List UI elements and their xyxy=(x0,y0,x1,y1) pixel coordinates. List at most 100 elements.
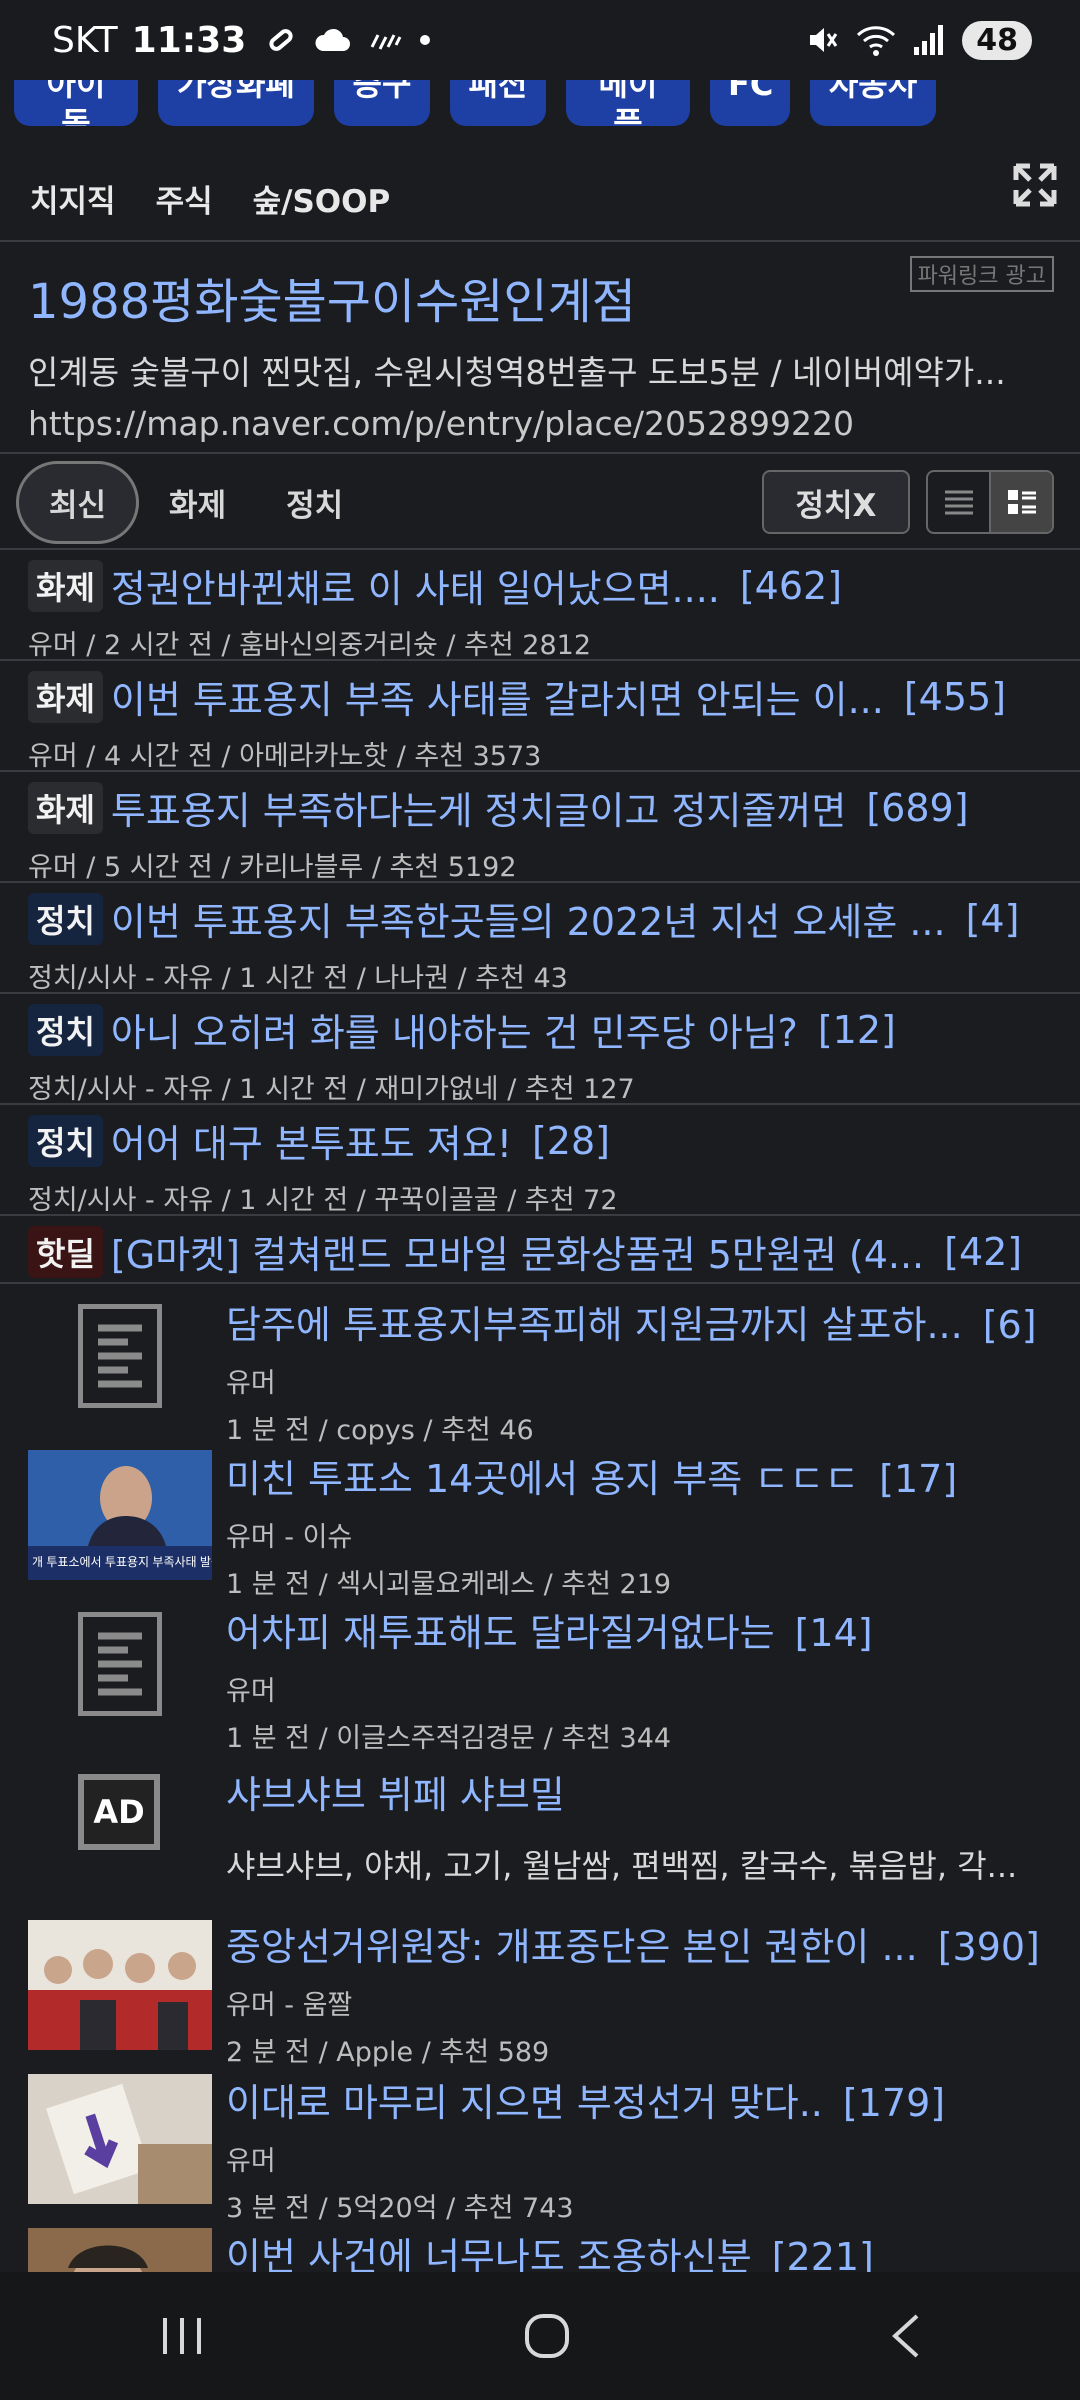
divider xyxy=(0,240,1080,242)
category-badge: 화제 xyxy=(28,781,103,834)
post-meta: 정치/시사 - 자유 / 1 시간 전 / 나나권 / 추천 43 xyxy=(28,963,568,994)
comment-count: [179] xyxy=(842,2081,946,2125)
mute-icon xyxy=(810,28,838,52)
post-meta: 유머 / 2 시간 전 / 훔바신의중거리슛 / 추천 2812 xyxy=(28,630,592,661)
exclude-politics-button[interactable]: 정치X xyxy=(762,470,910,534)
list-item[interactable]: 정치 어어 대구 본투표도 져요! [28] 정치/시사 - 자유 / 1 시간 전… xyxy=(0,1105,1080,1216)
subtab-stock[interactable]: 주식 xyxy=(156,176,213,221)
doc-icon xyxy=(78,1304,162,1408)
group-thumbnail xyxy=(28,1920,212,2050)
post-title[interactable]: 투표용지 부족하다는게 정치글이고 정지줄꺼면 xyxy=(111,780,846,835)
home-icon[interactable] xyxy=(523,2312,571,2360)
post-title[interactable]: 정권안바뀐채로 이 사태 일어났으면.... xyxy=(111,558,720,613)
list-item[interactable]: 핫딜 [G마켓] 컬쳐랜드 모바일 문화상품권 5만원권 (4... [42] xyxy=(0,1216,1080,1284)
post-category: 유머 - 이슈 xyxy=(226,1522,353,1553)
comment-count: [390] xyxy=(937,1925,1040,1969)
category-badge: 화제 xyxy=(28,559,103,612)
list-item[interactable]: 화제 이번 투표용지 부족 사태를 갈라치면 안되는 이... [455] 유머 /… xyxy=(0,661,1080,772)
list-item[interactable]: 정치 이번 투표용지 부족한곳들의 2022년 지선 오세훈 ... [4] 정치/… xyxy=(0,883,1080,994)
post-meta: 유머 / 5 시간 전 / 카리나블루 / 추천 5192 xyxy=(28,852,517,883)
divider xyxy=(0,452,1080,454)
post-title[interactable]: 어차피 재투표해도 달라질거없다는 xyxy=(226,1611,775,1655)
cloud-icon xyxy=(315,28,351,51)
category-badge: 정치 xyxy=(28,1003,103,1056)
tab-hot[interactable]: 화제 xyxy=(139,464,256,541)
link-icon xyxy=(269,29,293,51)
back-icon[interactable] xyxy=(889,2312,921,2360)
card-item[interactable]: 담주에 투표용지부족피해 지원금까지 살포하... [6] 유머 1 분 전 / … xyxy=(0,1294,1080,1450)
tab-politics[interactable]: 정치 xyxy=(256,464,373,541)
post-title[interactable]: 중앙선거위원장: 개표중단은 본인 권한이 ... xyxy=(226,1925,918,1969)
comment-count: [4] xyxy=(965,896,1020,941)
post-meta: 정치/시사 - 자유 / 1 시간 전 / 꾸꾹이골골 / 추천 72 xyxy=(28,1185,618,1216)
wifi-icon xyxy=(857,26,896,56)
filter-bar: 최신 화제 정치 정치X xyxy=(0,456,1080,548)
ad-description: 샤브샤브, 야채, 고기, 월남쌈, 편백찜, 칼국수, 볶음밥, 각... xyxy=(226,1847,1018,1885)
doc-icon xyxy=(78,1612,162,1716)
post-title[interactable]: 담주에 투표용지부족피해 지원금까지 살포하... xyxy=(226,1303,963,1347)
post-category: 유머 xyxy=(226,2146,276,2177)
post-category: 유머 xyxy=(226,1676,276,1707)
comment-count: [17] xyxy=(879,1457,958,1501)
post-title[interactable]: 이대로 마무리 지으면 부정선거 맞다.. xyxy=(226,2081,823,2125)
post-title[interactable]: 미친 투표소 14곳에서 용지 부족 ㄷㄷㄷ xyxy=(226,1457,859,1501)
comment-count: [462] xyxy=(739,563,843,608)
post-title[interactable]: 이번 사건에 너무나도 조용하신분 xyxy=(226,2235,752,2272)
view-toggle[interactable] xyxy=(926,470,1054,534)
category-badge: 화제 xyxy=(28,670,103,723)
list-view-icon[interactable] xyxy=(928,472,989,532)
post-meta: 정치/시사 - 자유 / 1 시간 전 / 재미가없네 / 추천 127 xyxy=(28,1074,635,1105)
signal-icon xyxy=(914,25,944,55)
post-meta: 1 분 전 / 섹시괴물요케레스 / 추천 219 xyxy=(226,1569,672,1600)
subtab-chzzk[interactable]: 치지직 xyxy=(30,176,116,221)
post-meta: 2 분 전 / Apple / 추천 589 xyxy=(226,2037,550,2068)
list-item[interactable]: 정치 아니 오히려 화를 내야하는 건 민주당 아님? [12] 정치/시사 - 자… xyxy=(0,994,1080,1105)
comment-count: [42] xyxy=(944,1229,1023,1274)
ad-description: 인계동 숯불구이 찐맛집, 수원시청역8번출구 도보5분 / 네이버예약가... xyxy=(28,353,1006,392)
post-meta: 유머 / 4 시간 전 / 아메라카노핫 / 추천 3573 xyxy=(28,741,542,772)
card-item[interactable]: 중앙선거위원장: 개표중단은 본인 권한이 ... [390] 유머 - 움짤 2… xyxy=(0,1916,1080,2072)
post-category: 유머 - 움짤 xyxy=(226,1990,353,2021)
ad-url[interactable]: https://map.naver.com/p/entry/place/2052… xyxy=(28,404,1052,443)
ad-card[interactable]: AD 샤브샤브 뷔페 샤브밀 샤브샤브, 야채, 고기, 월남쌈, 편백찜, 칼… xyxy=(0,1764,1080,1920)
tab-latest[interactable]: 최신 xyxy=(16,460,140,544)
ad-title[interactable]: 1988평화숯불구이수원인계점 xyxy=(28,262,1052,332)
post-title[interactable]: 이번 투표용지 부족 사태를 갈라치면 안되는 이... xyxy=(111,669,884,724)
ad-title[interactable]: 샤브샤브 뷔페 샤브밀 xyxy=(226,1773,565,1817)
card-item[interactable]: 개 투표소에서 투표용지 부족사태 발생 미친 투표소 14곳에서 용지 부족 … xyxy=(0,1448,1080,1604)
comment-count: [455] xyxy=(903,674,1007,719)
status-bar: SKT 11:33 48 xyxy=(0,0,1080,80)
recent-apps-icon[interactable] xyxy=(159,2316,205,2356)
post-meta: 3 분 전 / 5억20억 / 추천 743 xyxy=(226,2193,574,2224)
list-item[interactable]: 화제 투표용지 부족하다는게 정치글이고 정지줄꺼면 [689] 유머 / 5 시간… xyxy=(0,772,1080,883)
comment-count: [14] xyxy=(794,1611,873,1655)
comment-count: [6] xyxy=(982,1303,1037,1347)
subtab-soop[interactable]: 숲/SOOP xyxy=(253,176,391,221)
ballot-thumbnail xyxy=(28,2074,212,2204)
expand-icon[interactable] xyxy=(1012,162,1058,208)
category-badge: 핫딜 xyxy=(28,1225,103,1278)
clock: 11:33 xyxy=(131,19,247,61)
card-view-icon[interactable] xyxy=(989,472,1052,532)
dot-icon xyxy=(420,35,431,45)
news-thumbnail: 개 투표소에서 투표용지 부족사태 발생 xyxy=(28,1450,212,1580)
face-thumbnail xyxy=(28,2228,212,2272)
card-item[interactable]: 어차피 재투표해도 달라질거없다는 [14] 유머 1 분 전 / 이글스주적김경… xyxy=(0,1602,1080,1758)
post-title[interactable]: [G마켓] 컬쳐랜드 모바일 문화상품권 5만원권 (4... xyxy=(111,1224,924,1279)
post-title[interactable]: 아니 오히려 화를 내야하는 건 민주당 아님? xyxy=(111,1002,798,1057)
haze-icon xyxy=(370,34,402,50)
sub-tabs: 치지직 주식 숲/SOOP xyxy=(0,158,1080,238)
news-caption: 개 투표소에서 투표용지 부족사태 발생 xyxy=(32,1555,212,1569)
card-item[interactable]: 이대로 마무리 지으면 부정선거 맞다.. [179] 유머 3 분 전 / 5억… xyxy=(0,2072,1080,2228)
post-title[interactable]: 이번 투표용지 부족한곳들의 2022년 지선 오세훈 ... xyxy=(111,891,946,946)
category-badge: 정치 xyxy=(28,892,103,945)
battery-level: 48 xyxy=(962,20,1032,60)
post-category: 유머 xyxy=(226,1368,276,1399)
system-nav-bar xyxy=(0,2272,1080,2400)
comment-count: [689] xyxy=(866,785,969,830)
post-title[interactable]: 어어 대구 본투표도 져요! xyxy=(111,1113,512,1168)
card-item[interactable]: 이번 사건에 너무나도 조용하신분 [221] xyxy=(0,2226,1080,2272)
list-item[interactable]: 화제 정권안바뀐채로 이 사태 일어났으면.... [462] 유머 / 2 시간 … xyxy=(0,550,1080,661)
comment-count: [221] xyxy=(771,2235,874,2272)
post-meta: 1 분 전 / 이글스주적김경문 / 추천 344 xyxy=(226,1723,672,1754)
